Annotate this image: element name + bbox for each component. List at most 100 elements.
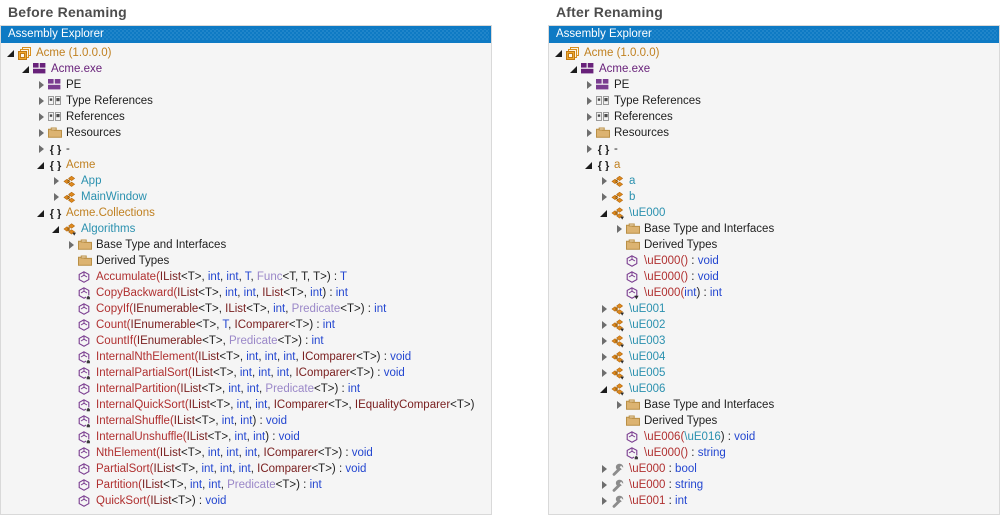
- tree-node[interactable]: Resources: [549, 125, 999, 141]
- tree-node[interactable]: Acme (1.0.0.0): [549, 45, 999, 61]
- chevron-down-icon[interactable]: [583, 157, 596, 173]
- tree-node[interactable]: Type References: [549, 93, 999, 109]
- tree-node[interactable]: App: [1, 173, 491, 189]
- tree-node[interactable]: Base Type and Interfaces: [549, 221, 999, 237]
- tree-node[interactable]: InternalShuffle(IList<T>, int, int) : vo…: [1, 413, 491, 429]
- assembly-explorer-titlebar[interactable]: Assembly Explorer: [549, 26, 999, 43]
- tree-node[interactable]: \uE002: [549, 317, 999, 333]
- tree-node[interactable]: InternalUnshuffle(IList<T>, int, int) : …: [1, 429, 491, 445]
- chevron-right-icon[interactable]: [35, 109, 48, 125]
- tree-node[interactable]: Acme.exe: [549, 61, 999, 77]
- tree-node[interactable]: \uE000 : bool: [549, 461, 999, 477]
- tree-node[interactable]: InternalPartition(IList<T>, int, int, Pr…: [1, 381, 491, 397]
- chevron-right-icon[interactable]: [583, 93, 596, 109]
- class-icon: [611, 189, 626, 205]
- chevron-right-icon[interactable]: [35, 141, 48, 157]
- tree-node[interactable]: \uE004: [549, 349, 999, 365]
- chevron-right-icon[interactable]: [598, 461, 611, 477]
- tree-node[interactable]: \uE000() : void: [549, 253, 999, 269]
- tree-node[interactable]: CountIf(IEnumerable<T>, Predicate<T>) : …: [1, 333, 491, 349]
- tree-node[interactable]: Algorithms: [1, 221, 491, 237]
- tree-node-label: InternalPartition(IList<T>, int, int, Pr…: [96, 381, 360, 397]
- chevron-right-icon[interactable]: [598, 301, 611, 317]
- tree-node[interactable]: InternalQuickSort(IList<T>, int, int, IC…: [1, 397, 491, 413]
- chevron-down-icon[interactable]: [5, 45, 18, 61]
- chevron-right-icon[interactable]: [65, 237, 78, 253]
- chevron-right-icon[interactable]: [583, 109, 596, 125]
- tree-node[interactable]: InternalNthElement(IList<T>, int, int, i…: [1, 349, 491, 365]
- tree-node[interactable]: Partition(IList<T>, int, int, Predicate<…: [1, 477, 491, 493]
- chevron-right-icon[interactable]: [598, 173, 611, 189]
- tree-node[interactable]: PartialSort(IList<T>, int, int, int, ICo…: [1, 461, 491, 477]
- tree-node[interactable]: Acme.exe: [1, 61, 491, 77]
- chevron-down-icon[interactable]: [20, 61, 33, 77]
- tree-node[interactable]: a: [549, 173, 999, 189]
- chevron-right-icon[interactable]: [613, 397, 626, 413]
- tree-node[interactable]: \uE006(\uE016) : void: [549, 429, 999, 445]
- chevron-right-icon[interactable]: [35, 93, 48, 109]
- chevron-down-icon[interactable]: [50, 221, 63, 237]
- tree-node[interactable]: { } -: [1, 141, 491, 157]
- tree-node[interactable]: Type References: [1, 93, 491, 109]
- chevron-right-icon[interactable]: [35, 77, 48, 93]
- label-segment: IList: [150, 495, 172, 507]
- tree-node[interactable]: \uE000: [549, 205, 999, 221]
- tree-node[interactable]: Accumulate(IList<T>, int, int, T, Func<T…: [1, 269, 491, 285]
- tree-node[interactable]: Count(IEnumerable<T>, T, IComparer<T>) :…: [1, 317, 491, 333]
- tree-node[interactable]: References: [1, 109, 491, 125]
- chevron-right-icon[interactable]: [598, 493, 611, 509]
- chevron-down-icon[interactable]: [568, 61, 581, 77]
- chevron-down-icon[interactable]: [598, 205, 611, 221]
- tree-node[interactable]: Derived Types: [549, 413, 999, 429]
- tree-node[interactable]: PE: [549, 77, 999, 93]
- tree-node[interactable]: Derived Types: [1, 253, 491, 269]
- tree-node[interactable]: References: [549, 109, 999, 125]
- tree-node[interactable]: \uE001 : int: [549, 493, 999, 509]
- method-icon: [78, 445, 93, 461]
- tree-node[interactable]: QuickSort(IList<T>) : void: [1, 493, 491, 509]
- tree-node[interactable]: { } -: [549, 141, 999, 157]
- chevron-right-icon[interactable]: [583, 125, 596, 141]
- chevron-down-icon[interactable]: [553, 45, 566, 61]
- chevron-right-icon[interactable]: [50, 173, 63, 189]
- chevron-right-icon[interactable]: [598, 477, 611, 493]
- chevron-right-icon[interactable]: [598, 189, 611, 205]
- chevron-down-icon[interactable]: [598, 381, 611, 397]
- assembly-explorer-titlebar[interactable]: Assembly Explorer: [1, 26, 491, 43]
- chevron-down-icon[interactable]: [35, 205, 48, 221]
- tree-node[interactable]: CopyBackward(IList<T>, int, int, IList<T…: [1, 285, 491, 301]
- chevron-right-icon[interactable]: [598, 333, 611, 349]
- tree-node[interactable]: InternalPartialSort(IList<T>, int, int, …: [1, 365, 491, 381]
- chevron-right-icon[interactable]: [583, 77, 596, 93]
- chevron-right-icon[interactable]: [598, 317, 611, 333]
- tree-node[interactable]: \uE001: [549, 301, 999, 317]
- tree-node[interactable]: { } Acme.Collections: [1, 205, 491, 221]
- tree-node[interactable]: Base Type and Interfaces: [1, 237, 491, 253]
- assembly-explorer-title-label: Assembly Explorer: [8, 28, 104, 40]
- tree-node[interactable]: b: [549, 189, 999, 205]
- tree-node[interactable]: \uE000(int) : int: [549, 285, 999, 301]
- tree-node[interactable]: \uE000() : void: [549, 269, 999, 285]
- chevron-right-icon[interactable]: [598, 349, 611, 365]
- tree-node[interactable]: { } Acme: [1, 157, 491, 173]
- tree-node[interactable]: MainWindow: [1, 189, 491, 205]
- tree-node[interactable]: \uE003: [549, 333, 999, 349]
- tree-node[interactable]: \uE000 : string: [549, 477, 999, 493]
- tree-node[interactable]: PE: [1, 77, 491, 93]
- tree-node[interactable]: { } a: [549, 157, 999, 173]
- tree-node[interactable]: CopyIf(IEnumerable<T>, IList<T>, int, Pr…: [1, 301, 491, 317]
- chevron-right-icon[interactable]: [50, 189, 63, 205]
- chevron-right-icon[interactable]: [583, 141, 596, 157]
- tree-node[interactable]: \uE000() : string: [549, 445, 999, 461]
- chevron-right-icon[interactable]: [613, 221, 626, 237]
- chevron-right-icon[interactable]: [598, 365, 611, 381]
- tree-node[interactable]: \uE006: [549, 381, 999, 397]
- chevron-right-icon[interactable]: [35, 125, 48, 141]
- chevron-down-icon[interactable]: [35, 157, 48, 173]
- tree-node[interactable]: Resources: [1, 125, 491, 141]
- tree-node[interactable]: Base Type and Interfaces: [549, 397, 999, 413]
- tree-node[interactable]: Acme (1.0.0.0): [1, 45, 491, 61]
- tree-node[interactable]: Derived Types: [549, 237, 999, 253]
- tree-node[interactable]: NthElement(IList<T>, int, int, int, ICom…: [1, 445, 491, 461]
- tree-node[interactable]: \uE005: [549, 365, 999, 381]
